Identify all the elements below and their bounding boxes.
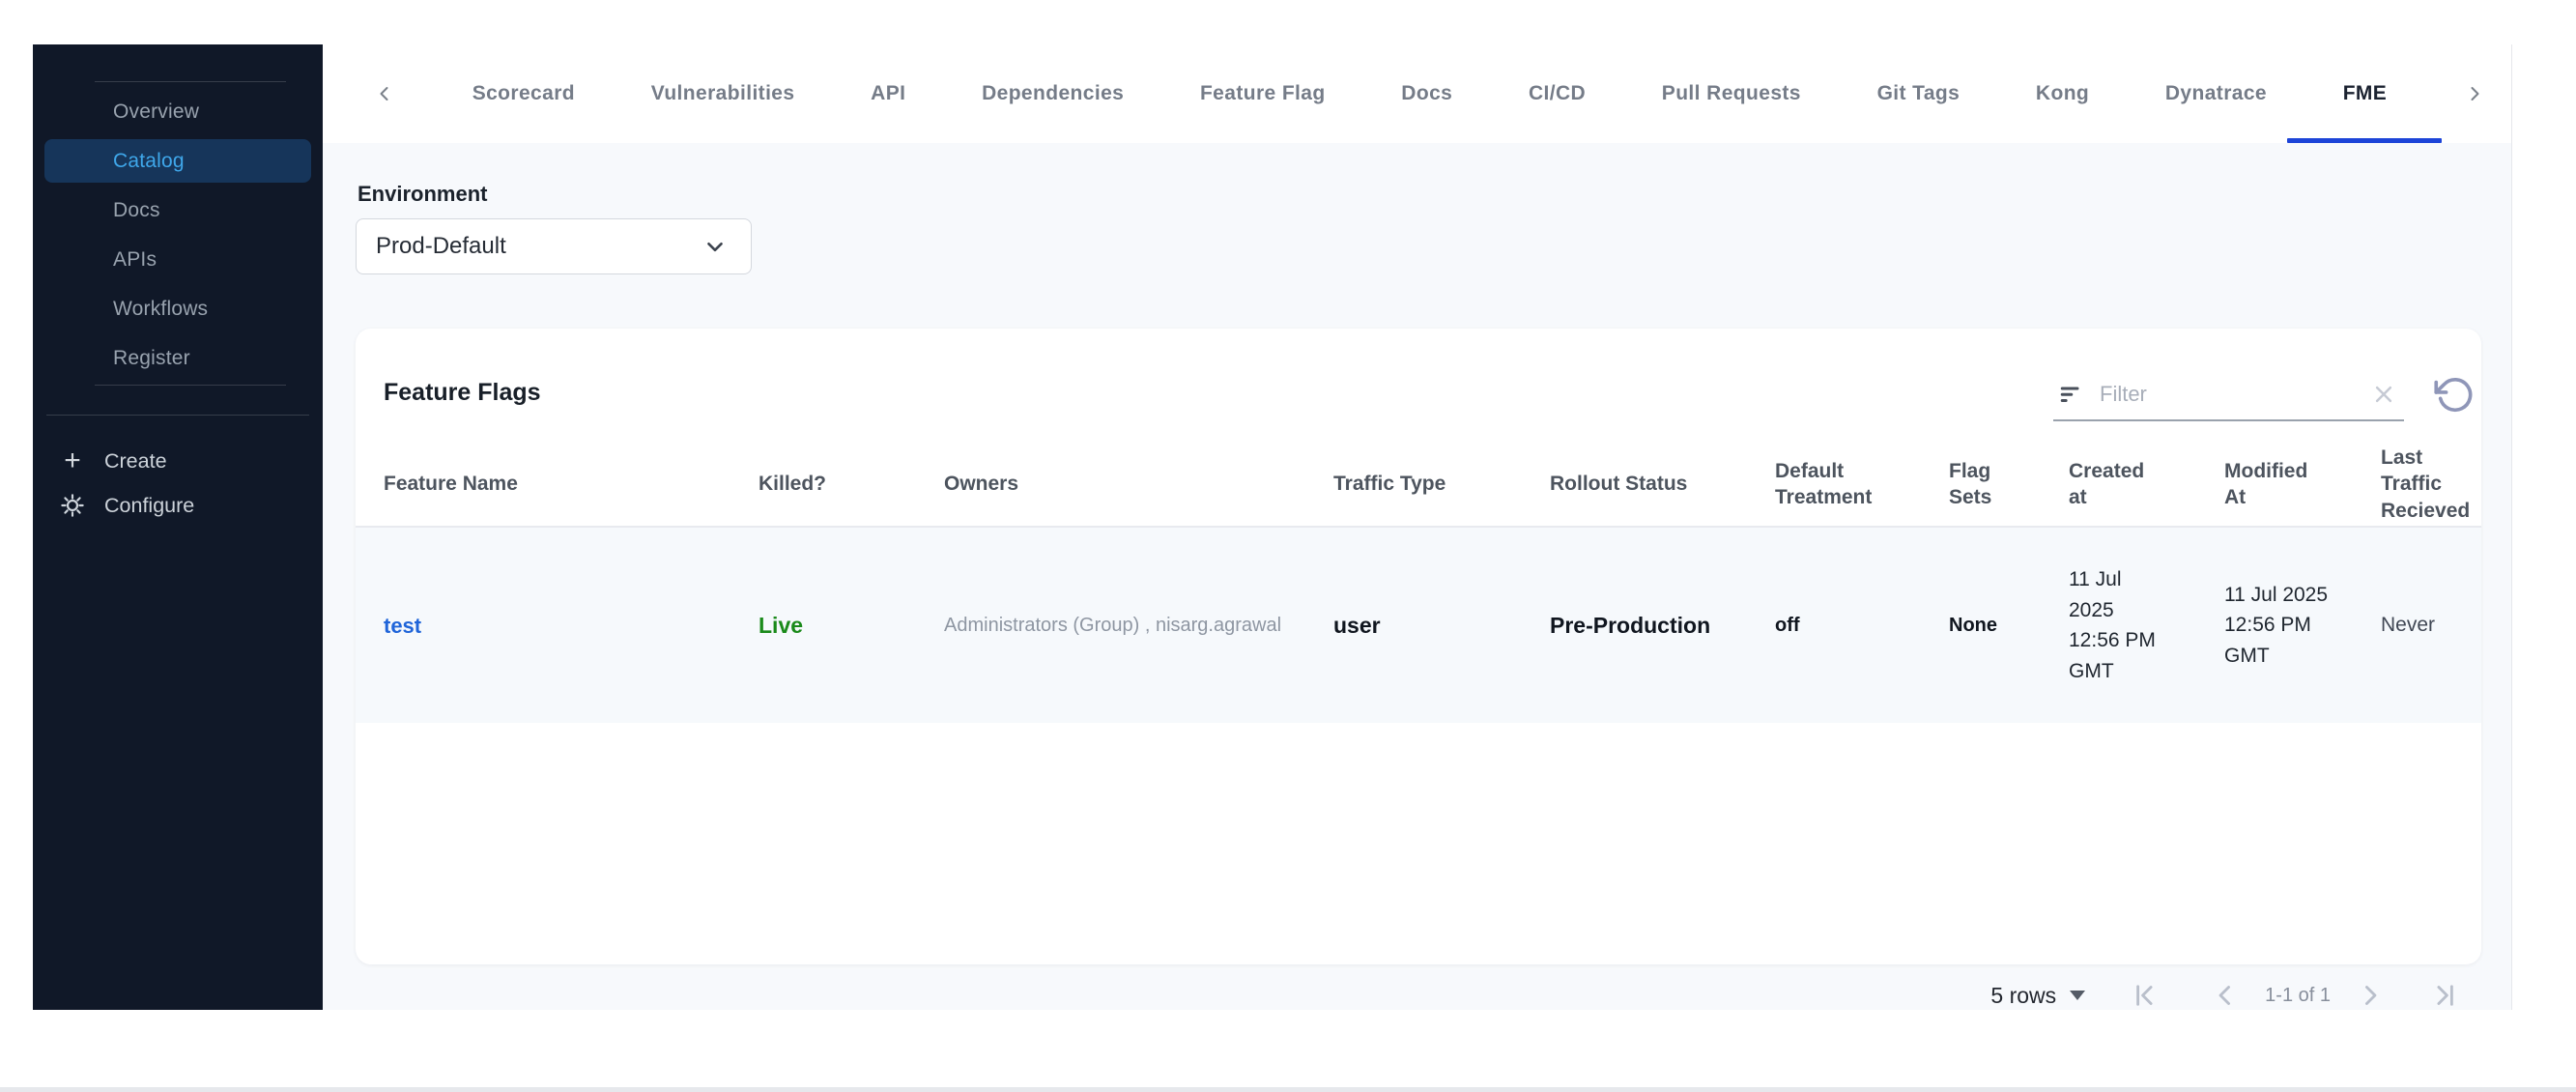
- tab-docs[interactable]: Docs: [1401, 44, 1452, 143]
- tab-kong[interactable]: Kong: [2036, 44, 2089, 143]
- first-page-button[interactable]: [2128, 979, 2161, 1012]
- col-header-traffic-type: Traffic Type: [1333, 473, 1446, 496]
- feature-name-link[interactable]: test: [384, 610, 421, 642]
- col-header-created-at: Created at: [2069, 459, 2145, 508]
- sidebar-item-register[interactable]: Register: [33, 333, 323, 383]
- cell-created-at: 11 Jul 2025 12:56 PM GMT: [2069, 568, 2156, 682]
- tab-dependencies[interactable]: Dependencies: [982, 44, 1124, 143]
- sidebar-item-docs[interactable]: Docs: [33, 186, 323, 235]
- tab-api[interactable]: API: [871, 44, 905, 143]
- tab-dynatrace[interactable]: Dynatrace: [2165, 44, 2267, 143]
- cell-killed: Live: [758, 528, 944, 723]
- chevron-left-icon: [373, 82, 396, 105]
- tab-vulnerabilities[interactable]: Vulnerabilities: [651, 44, 795, 143]
- refresh-button[interactable]: [2433, 374, 2477, 418]
- close-icon: [2369, 380, 2398, 409]
- environment-select[interactable]: Prod-Default: [356, 218, 752, 274]
- tab-feature-flag[interactable]: Feature Flag: [1200, 44, 1326, 143]
- sidebar-configure-button[interactable]: Configure: [33, 483, 323, 528]
- cell-feature-name: test: [384, 528, 758, 723]
- environment-selected-value: Prod-Default: [376, 233, 506, 259]
- col-header-last-traffic: Last Traffic Recieved: [2381, 446, 2471, 522]
- tab-scorecard[interactable]: Scorecard: [472, 44, 575, 143]
- previous-page-icon: [2209, 979, 2242, 1012]
- chevron-right-icon: [2463, 82, 2486, 105]
- sidebar-divider-mid: [95, 385, 286, 386]
- configure-label: Configure: [104, 493, 195, 517]
- rows-per-page-value: 5 rows: [1990, 982, 2057, 1008]
- col-header-owners: Owners: [944, 473, 1019, 496]
- tab-cicd[interactable]: CI/CD: [1529, 44, 1586, 143]
- cell-modified-at: 11 Jul 2025 12:56 PM GMT: [2224, 583, 2329, 667]
- sidebar-divider-top: [95, 81, 286, 82]
- sidebar-nav: Overview Catalog Docs APIs Workflows Reg…: [33, 87, 323, 383]
- app-window: Overview Catalog Docs APIs Workflows Reg…: [0, 0, 2576, 1092]
- window-bottom-edge: [0, 1087, 2576, 1092]
- last-page-button[interactable]: [2429, 979, 2462, 1012]
- plus-icon: +: [64, 445, 81, 476]
- last-page-icon: [2429, 979, 2462, 1012]
- sidebar-create-button[interactable]: + Create: [33, 439, 323, 483]
- next-page-button[interactable]: [2354, 979, 2387, 1012]
- col-header-rollout-status: Rollout Status: [1550, 473, 1688, 496]
- table-row: test Live Administrators (Group) , nisar…: [356, 528, 2481, 723]
- sidebar: Overview Catalog Docs APIs Workflows Reg…: [33, 44, 323, 1010]
- tabs-scroll-left-button[interactable]: [373, 82, 396, 105]
- pagination-range: 1-1 of 1: [2265, 984, 2331, 1006]
- col-header-modified-at: Modified At: [2224, 459, 2308, 508]
- create-label: Create: [104, 448, 167, 473]
- cell-traffic-type: user: [1333, 612, 1381, 638]
- gear-icon: [60, 493, 85, 518]
- filter-field: [2053, 375, 2404, 421]
- filter-clear-button[interactable]: [2369, 380, 2398, 409]
- main-content: Scorecard Vulnerabilities API Dependenci…: [323, 44, 2512, 1010]
- feature-flags-card: Feature Flags Filter Feature Name Killed…: [356, 329, 2481, 964]
- killed-status: Live: [758, 612, 804, 638]
- cell-last-traffic: Never: [2381, 614, 2436, 637]
- sidebar-item-overview[interactable]: Overview: [33, 87, 323, 136]
- cell-flag-sets: None: [1949, 615, 1997, 636]
- cell-rollout-status: Pre-Production: [1550, 612, 1711, 638]
- chevron-down-icon: [702, 234, 728, 259]
- tab-pull-requests[interactable]: Pull Requests: [1662, 44, 1801, 143]
- pagination: 5 rows 1-1 of 1: [1990, 972, 2462, 1019]
- tab-git-tags[interactable]: Git Tags: [1877, 44, 1961, 143]
- refresh-icon: [2433, 374, 2477, 418]
- sidebar-item-apis[interactable]: APIs: [33, 235, 323, 284]
- filter-icon: [2057, 380, 2086, 409]
- rows-per-page-select[interactable]: 5 rows: [1990, 982, 2086, 1009]
- environment-label: Environment: [358, 182, 488, 206]
- cell-default-treatment: off: [1775, 615, 1800, 636]
- filter-input[interactable]: [2100, 382, 2356, 407]
- col-header-default-treatment: Default Treatment: [1775, 459, 1873, 508]
- col-header-feature-name: Feature Name: [384, 473, 518, 496]
- sidebar-divider-wide: [46, 415, 309, 416]
- table-header-row: Feature Name Killed? Owners Traffic Type…: [356, 443, 2481, 528]
- entity-tabbar: Scorecard Vulnerabilities API Dependenci…: [323, 44, 2511, 143]
- card-title: Feature Flags: [384, 379, 541, 406]
- tab-panel-fme: Environment Prod-Default Feature Flags F…: [323, 143, 2511, 1010]
- tabs-scroll-right-button[interactable]: [2463, 82, 2486, 105]
- tab-fme[interactable]: FME: [2343, 44, 2388, 143]
- cell-owners: Administrators (Group) , nisarg.agrawal: [944, 615, 1282, 636]
- col-header-flag-sets: Flag Sets: [1949, 459, 1992, 508]
- col-header-killed: Killed?: [758, 473, 827, 496]
- previous-page-button[interactable]: [2209, 979, 2242, 1012]
- first-page-icon: [2128, 979, 2161, 1012]
- sidebar-item-catalog[interactable]: Catalog: [33, 136, 323, 186]
- sidebar-item-workflows[interactable]: Workflows: [33, 284, 323, 333]
- caret-down-icon: [2070, 991, 2086, 1000]
- next-page-icon: [2354, 979, 2387, 1012]
